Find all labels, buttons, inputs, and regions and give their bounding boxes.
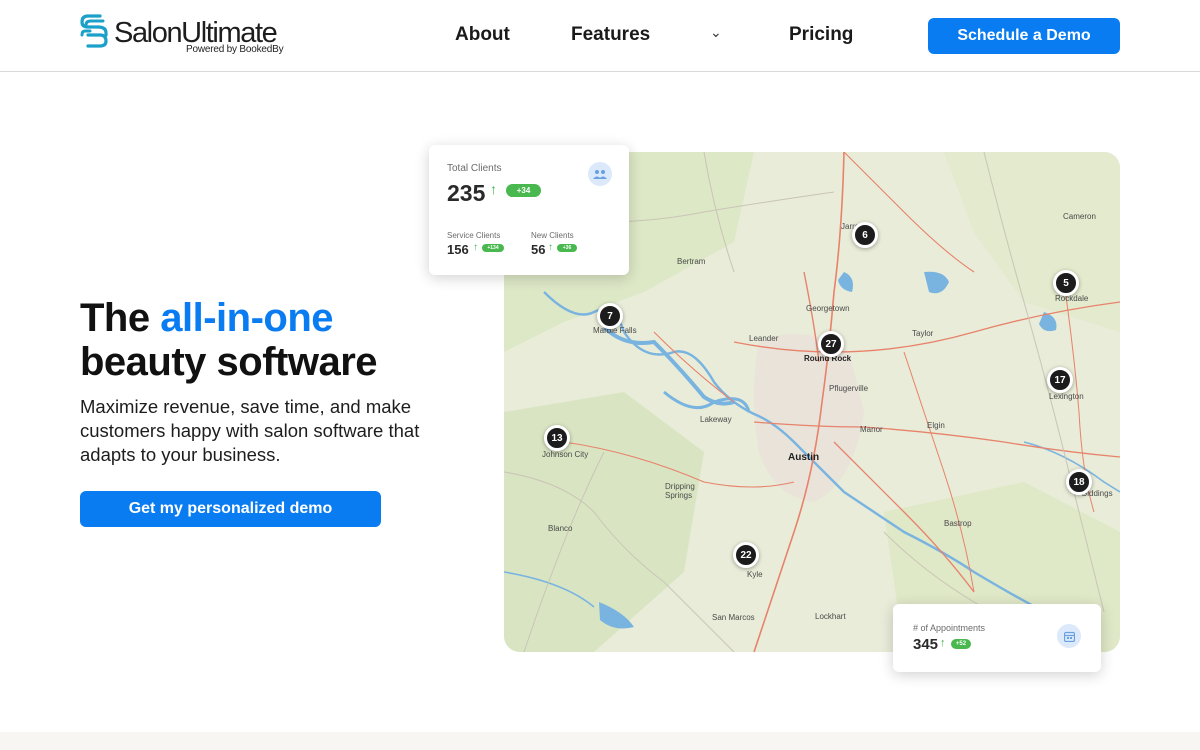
place-label: San Marcos [712, 613, 755, 622]
total-clients-value: 235 [447, 180, 486, 206]
new-clients-label: New Clients [531, 231, 574, 240]
place-label: Johnson City [542, 450, 589, 459]
place-label: Taylor [912, 329, 934, 338]
appointments-card: # of Appointments 345 ↑ +52 [893, 604, 1101, 672]
logo-tagline: Powered by BookedBy [186, 44, 284, 55]
arrow-up-icon: ↑ [473, 242, 478, 253]
nav-pricing[interactable]: Pricing [789, 24, 853, 46]
appointments-value: 345 [913, 636, 939, 653]
arrow-up-icon: ↑ [548, 242, 553, 253]
place-label: Elgin [927, 421, 945, 430]
place-label: Georgetown [806, 304, 850, 313]
place-label: Lockhart [815, 612, 846, 621]
appointments-label: # of Appointments [913, 623, 986, 633]
location-pin[interactable]: 18 [1066, 469, 1092, 495]
users-icon [588, 162, 612, 186]
place-label: Bertram [677, 257, 706, 266]
location-pin[interactable]: 22 [733, 542, 759, 568]
schedule-demo-button[interactable]: Schedule a Demo [928, 18, 1120, 54]
place-label: Bastrop [944, 519, 972, 528]
personalized-demo-button[interactable]: Get my personalized demo [80, 491, 381, 527]
place-label: Leander [749, 334, 779, 343]
hero-subtitle: Maximize revenue, save time, and make cu… [80, 396, 420, 465]
calendar-icon [1057, 624, 1081, 648]
new-clients-delta-badge: +36 [557, 244, 577, 252]
total-clients-label: Total Clients [447, 163, 502, 174]
next-section-band [0, 732, 1200, 750]
new-clients-value: 56 [531, 242, 546, 257]
place-label: Cameron [1063, 212, 1096, 221]
place-label: Lakeway [700, 415, 732, 424]
total-clients-card: Total Clients 235 ↑ +34 Service Clients … [429, 145, 629, 275]
location-pin[interactable]: 27 [818, 331, 844, 357]
place-label: Kyle [747, 570, 763, 579]
logo[interactable]: SalonUltimate Powered by BookedBy [80, 14, 290, 58]
location-pin[interactable]: 17 [1047, 367, 1073, 393]
hero-title-accent: all-in-one [160, 296, 334, 340]
place-label: Pflugerville [829, 384, 869, 393]
location-pin[interactable]: 6 [852, 222, 878, 248]
chevron-down-icon[interactable]: ⌄ [710, 24, 722, 41]
location-pin[interactable]: 7 [597, 303, 623, 329]
site-header: SalonUltimate Powered by BookedBy About … [0, 0, 1200, 72]
place-label: Austin [788, 452, 820, 463]
nav-about[interactable]: About [455, 24, 510, 46]
arrow-up-icon: ↑ [490, 181, 497, 197]
service-clients-delta-badge: +134 [482, 244, 504, 252]
hero-title-prefix: The [80, 296, 161, 340]
arrow-up-icon: ↑ [940, 637, 946, 649]
location-pin[interactable]: 13 [544, 425, 570, 451]
place-label: Dripping Springs [665, 482, 695, 500]
hero-title-suffix: beauty software [80, 340, 378, 384]
location-pin[interactable]: 5 [1053, 270, 1079, 296]
place-label: Lexington [1049, 392, 1084, 401]
appointments-delta-badge: +52 [951, 639, 971, 649]
total-clients-delta-badge: +34 [506, 184, 541, 197]
place-label: Manor [860, 425, 883, 434]
service-clients-value: 156 [447, 242, 469, 257]
place-label: Rockdale [1055, 294, 1089, 303]
hero-title: The all-in-one beauty software [80, 296, 378, 384]
logo-mark-icon [80, 14, 108, 48]
nav-features[interactable]: Features [571, 24, 650, 46]
service-clients-label: Service Clients [447, 231, 501, 240]
place-label: Blanco [548, 524, 573, 533]
